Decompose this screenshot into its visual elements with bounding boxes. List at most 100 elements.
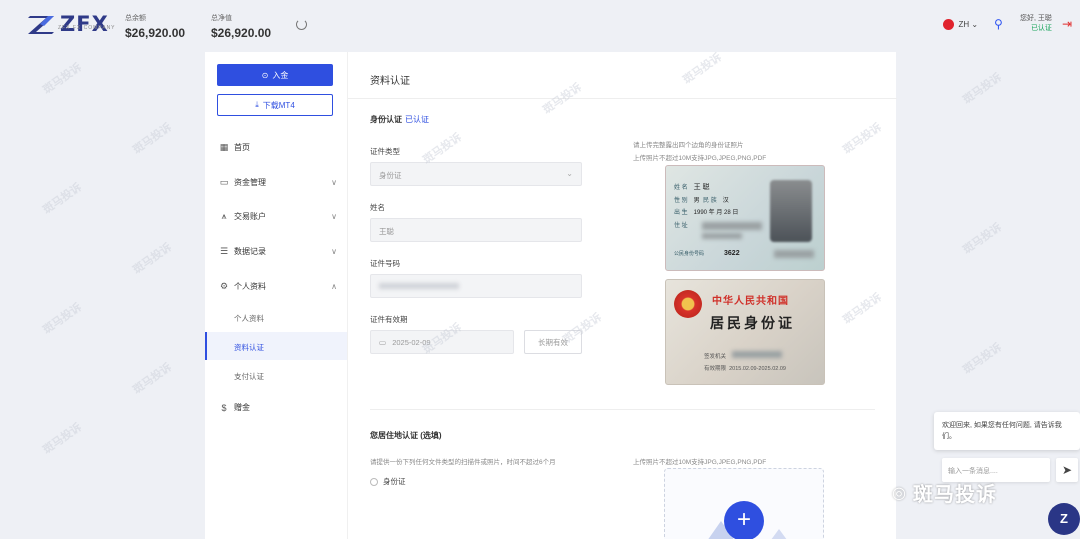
id-section-title-text: 身份认证 [370, 115, 402, 124]
logout-icon[interactable]: ⇥ [1062, 17, 1072, 31]
id-back-validity-label: 有效期限 [704, 366, 727, 372]
download-icon: ⤓ [255, 100, 259, 109]
id-card-front-image[interactable]: 姓 名王 聪 性 别男 民 族汉 出 生 1990 年 月 28 日 住 址 公民… [665, 165, 825, 271]
id-card-back-image[interactable]: 中华人民共和国 居民身份证 签发机关 有效期限 2015.02.09-2025.… [665, 279, 825, 385]
download-mt4-label: 下载MT4 [262, 100, 295, 110]
id-front-ethnic-value: 汉 [722, 198, 729, 204]
sub-item-document-verification[interactable]: 资料认证 [234, 342, 264, 353]
id-number-label: 证件号码 [370, 259, 400, 268]
id-front-birth-value: 1990 年 月 28 日 [693, 210, 739, 216]
sidebar-item-rewards[interactable]: $ 赠金 [219, 402, 337, 413]
id-front-number-blur [774, 250, 814, 258]
national-emblem-icon [674, 290, 702, 318]
sidebar-item-funds[interactable]: ▭ 资金管理 ∨ [219, 177, 337, 188]
sidebar-item-records[interactable]: ☰ 数据记录 ∨ [219, 246, 337, 257]
id-number-field[interactable] [370, 274, 582, 298]
wechat-icon: ◎ [892, 484, 907, 502]
title-divider [348, 98, 897, 99]
sidebar-item-home[interactable]: ▦ 首页 [219, 142, 337, 153]
verify-status: 已认证 [1030, 25, 1052, 32]
page-title: 资料认证 [370, 76, 410, 87]
id-number-blurred [379, 283, 459, 289]
deposit-button[interactable]: ⊙ 入金 [217, 64, 333, 86]
expiry-date-field[interactable]: ▭ 2025-02-09 [370, 330, 514, 354]
plus-icon[interactable]: + [724, 501, 764, 539]
active-indicator [205, 332, 347, 360]
download-mt4-button[interactable]: ⤓ 下载MT4 [217, 94, 333, 116]
sidebar-item-label: 个人资料 [234, 282, 266, 291]
id-back-issuer-blur [732, 351, 782, 358]
sidebar-item-label: 赠金 [234, 403, 250, 412]
id-back-issuer-label: 签发机关 [704, 354, 727, 360]
chat-message-bubble: 欢迎回来, 如果您有任何问题, 请告诉我们。 [934, 412, 1080, 450]
chat-launcher-button[interactable]: Z [1048, 503, 1080, 535]
doc-type-select[interactable]: 身份证 ⌄ [370, 162, 582, 186]
bell-icon[interactable]: ⚲ [994, 18, 1006, 30]
total-equity-value: $26,920.00 [211, 26, 272, 40]
id-section-status: 已认证 [405, 115, 429, 124]
total-balance: 总余额 $26,920.00 [125, 13, 185, 40]
expiry-label: 证件有效期 [370, 315, 408, 324]
sidebar-item-profile[interactable]: ⚙ 个人资料 ∧ [219, 281, 337, 292]
id-section-title: 身份认证 已认证 [370, 114, 429, 125]
total-equity: 总净值 $26,920.00 [211, 13, 271, 40]
wallet-icon: ▭ [219, 177, 229, 187]
chevron-down-icon: ∨ [331, 178, 337, 187]
main-content: 资料认证 身份认证 已认证 证件类型 身份证 ⌄ 姓名 王聪 证件号码 证件有效期… [347, 52, 897, 539]
sub-item-payment-verification[interactable]: 支付认证 [234, 371, 264, 382]
id-back-validity-value: 2015.02.09-2025.02.09 [729, 366, 786, 372]
id-front-address-row: 住 址 [674, 220, 688, 229]
calendar-icon: ▭ [379, 338, 387, 347]
watermark-tile: 斑马投诉 [131, 361, 175, 397]
residence-upload-hint: 上传照片不超过10M支持JPG,JPEG,PNG,PDF [633, 459, 767, 466]
top-header: ZFX ZFX FX COMPANY 总余额 $26,920.00 总净值 $2… [0, 0, 1080, 52]
deposit-icon: ⊙ [261, 70, 269, 80]
image-placeholder-icon-2 [757, 529, 801, 539]
id-front-ethnic-label: 民 族 [703, 198, 717, 204]
deposit-label: 入金 [272, 70, 289, 80]
user-info[interactable]: 您好, 王聪 已认证 [1020, 14, 1052, 34]
watermark-tile: 斑马投诉 [961, 341, 1005, 377]
chart-icon: ⩚ [221, 211, 227, 221]
zfx-logo-mark-icon [28, 16, 54, 34]
watermark-tile: 斑马投诉 [961, 221, 1005, 257]
id-front-sex-row: 性 别男 民 族汉 [674, 195, 729, 204]
expiry-value: 2025-02-09 [392, 338, 431, 347]
logo-subtitle: ZFX FX COMPANY [58, 25, 116, 31]
id-front-number-label: 公民身份号码 [674, 251, 705, 257]
chevron-down-icon: ∨ [331, 212, 337, 221]
doc-type-value: 身份证 [379, 171, 402, 180]
greeting: 您好, 王聪 [1020, 15, 1052, 22]
id-front-sex-label: 性 别 [674, 198, 688, 204]
send-icon[interactable]: ➤ [1056, 458, 1078, 482]
watermark-label: ◎ 斑马投诉 [892, 478, 997, 507]
id-front-address-blur-2 [702, 233, 742, 239]
sub-item-personal-info[interactable]: 个人资料 [234, 313, 264, 324]
gear-icon: ⚙ [219, 281, 229, 291]
chevron-down-icon: ⌄ [566, 169, 573, 178]
id-front-birth-row: 出 生 1990 年 月 28 日 [674, 207, 738, 216]
id-back-title: 中华人民共和国 [712, 296, 789, 307]
id-front-address-blur [702, 222, 762, 230]
watermark-tile: 斑马投诉 [961, 71, 1005, 107]
sidebar-item-trading-accounts[interactable]: ⩚ 交易账户 ∨ [219, 211, 337, 222]
longterm-valid-button[interactable]: 长期有效 [524, 330, 582, 354]
id-photo-blurred [770, 180, 812, 242]
watermark-text: 斑马投诉 [912, 484, 997, 506]
language-selector[interactable]: ZH ⌄ [958, 20, 978, 29]
residence-upload-area[interactable]: + [664, 468, 824, 539]
language-label: ZH [958, 19, 970, 29]
logo-text: ZFX [60, 12, 109, 36]
refresh-icon[interactable] [296, 19, 307, 30]
name-field[interactable]: 王聪 [370, 218, 582, 242]
watermark-tile: 斑马投诉 [41, 421, 85, 457]
sidebar-item-label: 首页 [234, 143, 250, 152]
id-front-address-label: 住 址 [674, 223, 688, 229]
section-divider [370, 409, 875, 410]
residence-option-id-card[interactable]: 身份证 [370, 476, 406, 487]
upload-hint-1: 请上传完整露出四个边角的身份证照片 [633, 142, 744, 149]
id-back-issuer: 签发机关 [704, 352, 726, 360]
china-flag-icon [943, 18, 955, 30]
zfx-logo[interactable]: ZFX [28, 12, 109, 36]
id-front-name-value: 王 聪 [693, 184, 710, 191]
